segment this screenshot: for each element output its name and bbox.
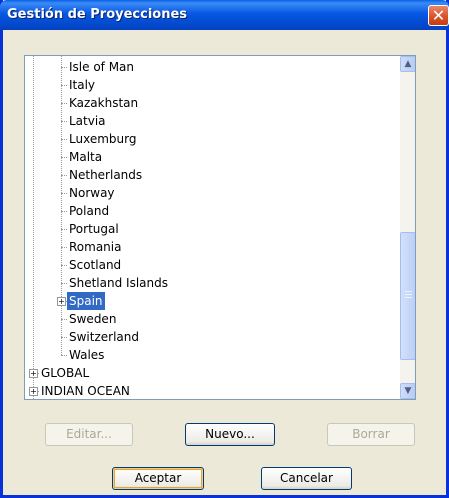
delete-button[interactable]: Borrar [327, 423, 415, 446]
tree-item[interactable]: GLOBAL [39, 364, 91, 382]
chevron-up-icon: ▲ [404, 59, 412, 69]
tree-item[interactable]: Shetland Islands [67, 274, 170, 292]
tree-item[interactable]: INDIAN OCEAN [39, 382, 132, 399]
scroll-thumb[interactable] [400, 232, 415, 360]
cancel-button[interactable]: Cancelar [261, 467, 352, 490]
tree-item[interactable]: Scotland [67, 256, 123, 274]
tree-item[interactable]: Italy [67, 76, 97, 94]
accept-button[interactable]: Aceptar [112, 467, 204, 490]
tree-item[interactable]: Portugal [67, 220, 121, 238]
tree-item[interactable]: Norway [67, 184, 117, 202]
tree-item[interactable]: Netherlands [67, 166, 144, 184]
thumb-grip-line [405, 297, 412, 298]
title-bar[interactable]: Gestión de Proyecciones ✕ [0, 0, 449, 30]
tree-item[interactable]: Latvia [67, 112, 108, 130]
scroll-down-button[interactable]: ▼ [400, 383, 415, 399]
tree-item[interactable]: Switzerland [67, 328, 141, 346]
thumb-grip-line [405, 291, 412, 292]
tree-item[interactable]: Romania [67, 238, 123, 256]
expand-icon[interactable]: + [29, 387, 38, 396]
edit-button[interactable]: Editar... [45, 423, 133, 446]
new-button[interactable]: Nuevo... [185, 423, 275, 446]
window-title: Gestión de Proyecciones [7, 7, 188, 22]
vertical-scrollbar[interactable]: ▲ ▼ [400, 56, 415, 399]
tree-item[interactable]: Sweden [67, 310, 118, 328]
tree-item[interactable]: Luxemburg [67, 130, 138, 148]
tree-item[interactable]: Poland [67, 202, 111, 220]
tree-view-content: Isle of Man Italy Kazakhstan Latvia Luxembur… [25, 56, 400, 399]
tree-item[interactable]: Wales [67, 346, 106, 364]
tree-connector-line [33, 56, 34, 399]
tree-item[interactable]: Spain [67, 292, 105, 310]
tree-item[interactable]: Kazakhstan [67, 94, 140, 112]
thumb-grip-line [405, 294, 412, 295]
scroll-up-button[interactable]: ▲ [400, 56, 415, 72]
tree-item[interactable]: Isle of Man [67, 58, 136, 76]
expand-icon[interactable]: + [57, 297, 66, 306]
close-icon: ✕ [431, 6, 446, 25]
close-button[interactable]: ✕ [428, 5, 449, 26]
expand-icon[interactable]: + [29, 369, 38, 378]
chevron-down-icon: ▼ [404, 386, 412, 396]
projection-tree[interactable]: Isle of Man Italy Kazakhstan Latvia Luxembur… [24, 55, 416, 400]
tree-connector-line [61, 56, 62, 355]
tree-item[interactable]: Malta [67, 148, 104, 166]
